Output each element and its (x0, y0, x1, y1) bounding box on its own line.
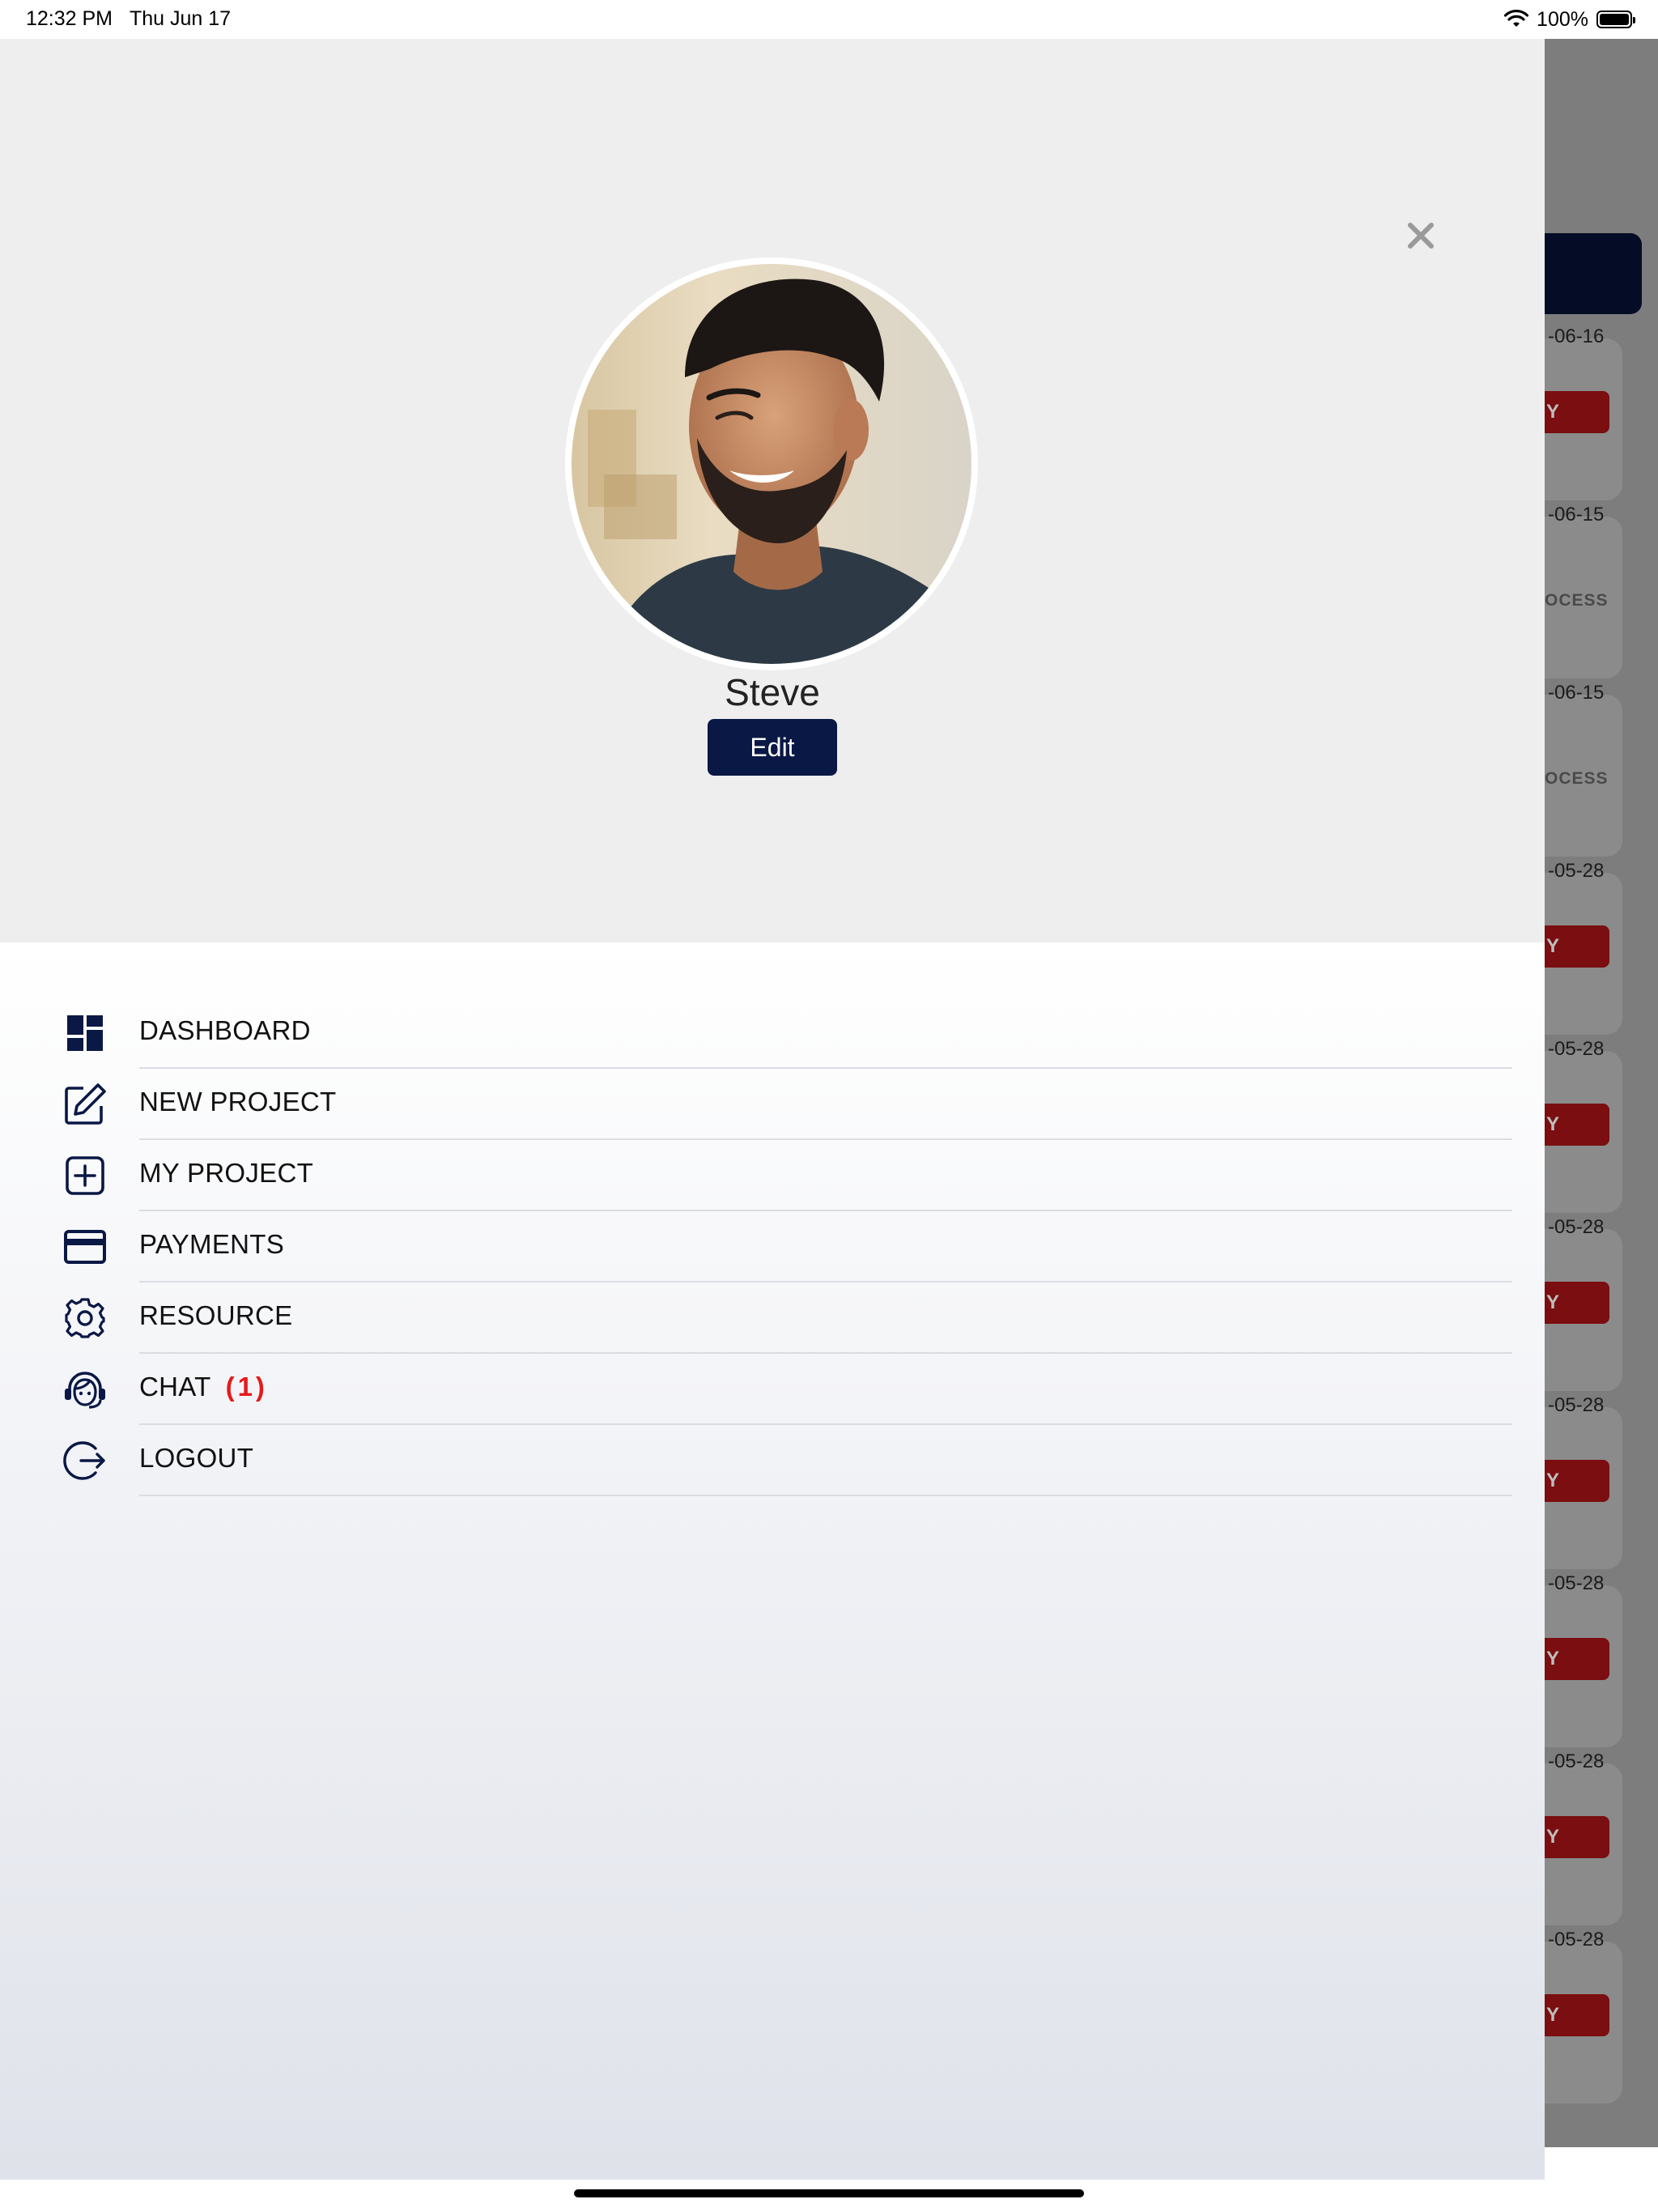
support-agent-icon (60, 1368, 110, 1410)
menu-label-resource: RESOURCE (139, 1300, 293, 1330)
avatar-photo (572, 264, 971, 664)
battery-icon (1596, 11, 1635, 28)
home-indicator[interactable] (574, 2189, 1084, 2197)
background-bottom (1545, 2147, 1658, 2180)
chat-unread-badge: (1) (225, 1372, 268, 1402)
background-pay-button: Y (1545, 391, 1609, 433)
credit-card-icon (60, 1226, 110, 1268)
status-date: Thu Jun 17 (130, 7, 232, 30)
background-card-date: -05-28 (1548, 1929, 1605, 1950)
profile-name: Steve (725, 671, 820, 713)
chat-label-text: CHAT (139, 1372, 211, 1402)
background-card-date: -05-28 (1548, 1216, 1605, 1238)
menu-item-dashboard[interactable]: DASHBOARD (0, 998, 1545, 1069)
background-card-date: -06-15 (1548, 682, 1605, 704)
status-time: 12:32 PM (26, 7, 113, 30)
background-card-date: -06-15 (1548, 504, 1605, 525)
menu-label-dashboard: DASHBOARD (139, 1015, 311, 1045)
menu-label-logout: LOGOUT (139, 1443, 254, 1473)
background-pay-button: Y (1545, 1460, 1609, 1502)
menu-item-logout[interactable]: LOGOUT (0, 1425, 1545, 1496)
background-pay-button: Y (1545, 1104, 1609, 1146)
status-bar: 12:32 PM Thu Jun 17 100% (0, 0, 1658, 39)
background-app: -06-16 Y -06-15 OCESS -06-15 OCESS -05-28 Y -05-… (1545, 39, 1658, 2180)
close-icon (1408, 223, 1434, 249)
menu-label-my-project: MY PROJECT (139, 1158, 314, 1188)
edit-icon (60, 1083, 110, 1125)
status-right: 100% (1504, 6, 1635, 32)
background-card-date: -05-28 (1548, 1572, 1605, 1594)
background-status-label: OCESS (1545, 591, 1609, 610)
background-pay-button: Y (1545, 925, 1609, 968)
menu-item-payments[interactable]: PAYMENTS (0, 1211, 1545, 1283)
menu-item-my-project[interactable]: MY PROJECT (0, 1140, 1545, 1211)
logout-icon (60, 1440, 110, 1482)
menu-item-chat[interactable]: CHAT (1) (0, 1354, 1545, 1425)
background-pay-button: Y (1545, 1282, 1609, 1324)
background-status-label: OCESS (1545, 769, 1609, 788)
menu-item-resource[interactable]: RESOURCE (0, 1283, 1545, 1354)
background-pay-button: Y (1545, 1816, 1609, 1858)
profile-header: Steve Edit (0, 39, 1545, 942)
background-card-date: -06-16 (1548, 325, 1605, 347)
background-card-date: -05-28 (1548, 1038, 1605, 1060)
wifi-icon (1504, 10, 1529, 27)
background-card-date: -05-28 (1548, 1750, 1605, 1772)
background-header-button (1545, 233, 1642, 314)
dashboard-icon (60, 1012, 110, 1054)
background-card-date: -05-28 (1548, 860, 1605, 882)
menu-label-payments: PAYMENTS (139, 1229, 285, 1259)
gear-icon (60, 1297, 110, 1339)
background-card-date: -05-28 (1548, 1394, 1605, 1416)
add-box-icon (60, 1155, 110, 1197)
background-pay-button: Y (1545, 1638, 1609, 1680)
battery-percent: 100% (1537, 7, 1588, 31)
background-pay-button: Y (1545, 1994, 1609, 2036)
close-button[interactable] (1401, 215, 1441, 256)
menu-item-new-project[interactable]: NEW PROJECT (0, 1069, 1545, 1140)
menu-divider (139, 1495, 1512, 1496)
drawer-menu: DASHBOARD NEW PROJECT MY PROJECT PAYMENT… (0, 942, 1545, 2180)
avatar[interactable] (565, 257, 978, 670)
side-drawer: Steve Edit DASHBOARD NEW PROJECT MY PROJ… (0, 39, 1545, 2180)
edit-profile-button[interactable]: Edit (708, 719, 837, 776)
menu-label-new-project: NEW PROJECT (139, 1087, 337, 1117)
menu-label-chat: CHAT (1) (139, 1372, 268, 1402)
